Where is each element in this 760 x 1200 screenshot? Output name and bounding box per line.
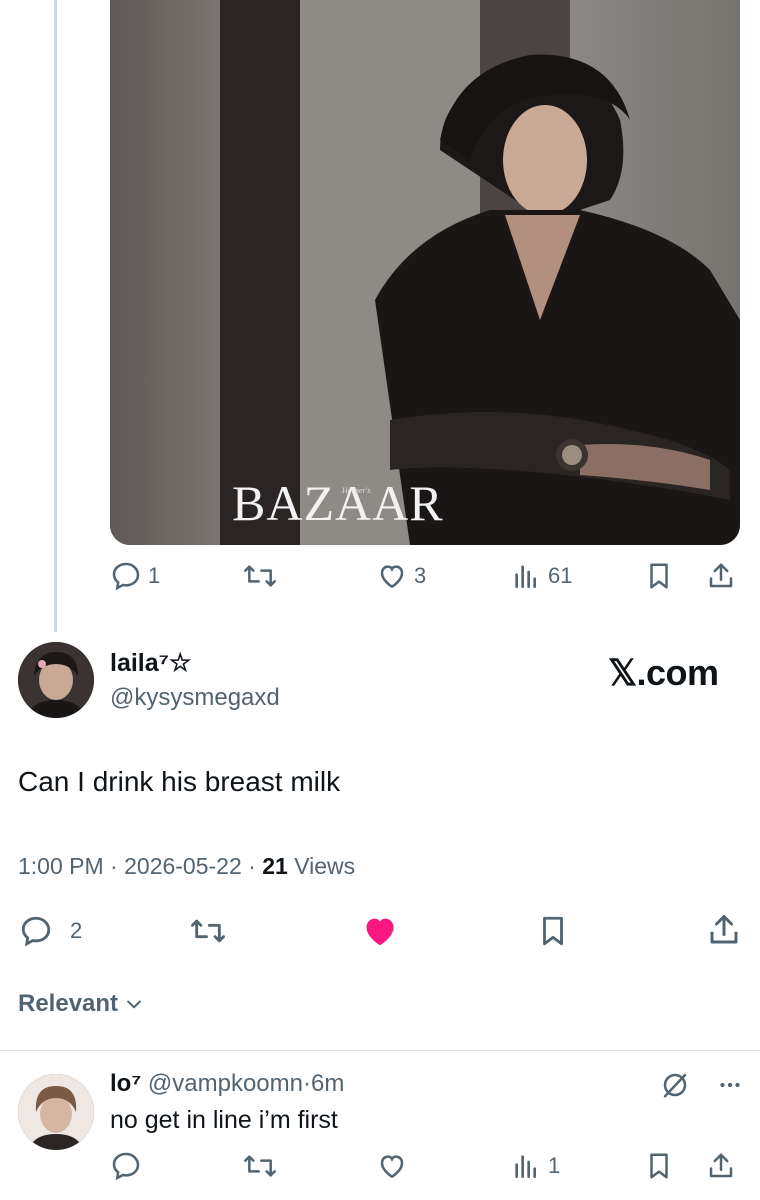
reply-avatar[interactable] xyxy=(18,1074,94,1150)
main-bookmark-action[interactable] xyxy=(536,914,570,948)
retweet-icon xyxy=(244,1155,276,1177)
reply-views-count: 1 xyxy=(548,1153,561,1178)
bookmark-icon xyxy=(650,1153,668,1179)
main-reply-action[interactable]: 2 xyxy=(18,914,82,948)
main-like-action[interactable] xyxy=(360,912,400,950)
reply-icon xyxy=(21,916,51,947)
reply-views-action[interactable]: 1 xyxy=(510,1150,560,1182)
reply-text: no get in line i’m first xyxy=(110,1106,338,1134)
reply-display-name[interactable]: lo⁷ xyxy=(110,1070,141,1097)
x-watermark: 𝕏.com xyxy=(608,652,719,693)
reply-header-icons xyxy=(660,1070,746,1100)
bookmark-action[interactable] xyxy=(644,560,674,592)
tweet-views-count: 21 xyxy=(262,853,288,879)
sort-label: Relevant xyxy=(18,990,119,1017)
tweet-time[interactable]: 1:00 PM xyxy=(18,853,104,879)
heart-outline-icon xyxy=(380,565,404,589)
reply-icon xyxy=(112,562,140,591)
meta-separator: · xyxy=(110,853,125,879)
main-retweet-action[interactable] xyxy=(188,914,228,948)
chevron-down-icon xyxy=(127,1000,141,1009)
views-icon xyxy=(515,565,536,588)
retweet-icon xyxy=(244,565,276,587)
share-icon xyxy=(710,915,738,944)
thread-line xyxy=(54,0,57,632)
meta-separator: · xyxy=(248,853,263,879)
avatar-image xyxy=(18,642,94,718)
reply-header: lo⁷ @vampkoomn·6m xyxy=(110,1070,344,1098)
bookmark-icon xyxy=(650,563,668,589)
section-divider xyxy=(0,1050,760,1051)
author-handle[interactable]: @kysysmegaxd xyxy=(110,684,280,712)
reply-retweet-action[interactable] xyxy=(242,1150,278,1182)
main-share-action[interactable] xyxy=(706,912,742,948)
views-count: 61 xyxy=(548,563,573,588)
magazine-logo: BAZAAR xyxy=(232,475,444,531)
tweet-date[interactable]: 2026-05-22 xyxy=(124,853,242,879)
tweet-photo[interactable]: BAZAAR Harper's xyxy=(110,0,740,545)
photo-illustration xyxy=(110,0,740,545)
more-icon[interactable] xyxy=(714,1070,746,1100)
tweet-text: Can I drink his breast milk xyxy=(18,766,341,797)
share-icon xyxy=(709,563,733,588)
reply-handle[interactable]: @vampkoomn xyxy=(148,1070,303,1097)
reply-like-action[interactable] xyxy=(376,1150,408,1182)
meta-separator: · xyxy=(303,1070,311,1097)
reply-share-action[interactable] xyxy=(706,1150,736,1182)
reply-action[interactable]: 1 xyxy=(110,560,160,592)
avatar-image xyxy=(18,1074,94,1150)
retweet-icon xyxy=(191,919,225,943)
bookmark-icon xyxy=(543,916,563,946)
reply-age[interactable]: 6m xyxy=(311,1070,344,1097)
retweet-action[interactable] xyxy=(242,560,278,592)
magazine-logo-small: Harper's xyxy=(342,486,371,495)
reply-icon xyxy=(112,1152,140,1181)
share-icon xyxy=(709,1153,733,1178)
views-action[interactable]: 61 xyxy=(510,560,572,592)
heart-outline-icon xyxy=(380,1155,404,1179)
reply-count: 1 xyxy=(148,563,161,588)
like-count: 3 xyxy=(414,563,427,588)
author-avatar[interactable] xyxy=(18,642,94,718)
reply-reply-action[interactable] xyxy=(110,1150,142,1182)
heart-filled-icon xyxy=(366,918,394,946)
tweet-views-label: Views xyxy=(294,853,356,879)
reply-bookmark-action[interactable] xyxy=(644,1150,674,1182)
sort-dropdown[interactable]: Relevant xyxy=(18,990,144,1018)
tweet-meta: 1:00 PM · 2026-05-22 · 21 Views xyxy=(18,853,355,880)
author-display-name[interactable]: laila⁷☆ xyxy=(110,648,191,678)
like-action[interactable]: 3 xyxy=(376,560,426,592)
main-reply-count: 2 xyxy=(70,918,83,943)
share-action[interactable] xyxy=(706,560,736,592)
views-icon xyxy=(515,1155,536,1178)
grok-icon[interactable] xyxy=(660,1070,690,1100)
